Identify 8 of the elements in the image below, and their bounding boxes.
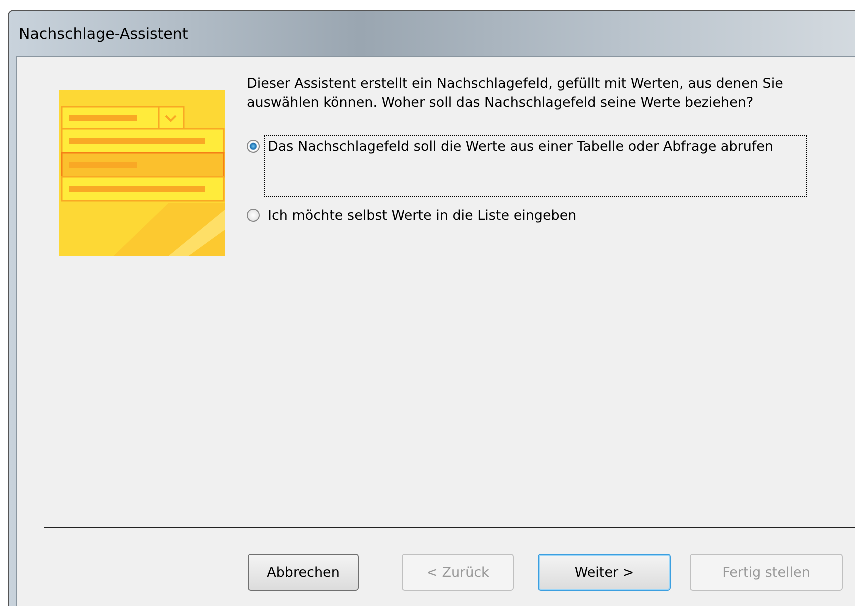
option-label[interactable]: Das Nachschlagefeld soll die Werte aus einer Tabelle oder Abfrage abrufen: [264, 135, 807, 197]
radio-button[interactable]: [247, 140, 260, 153]
next-button[interactable]: Weiter >: [538, 554, 671, 591]
intro-text: Dieser Assistent erstellt ein Nachschlagefeld, gefüllt mit Werten, aus denen Sie auswählen können. Woher soll das Nachschlagefeld seine Werte beziehen?: [247, 75, 784, 113]
window-title: Nachschlage-Assistent: [18, 24, 188, 42]
option-label[interactable]: Ich möchte selbst Werte in die Liste eingeben: [264, 204, 802, 229]
radio-button[interactable]: [247, 209, 260, 222]
cancel-button[interactable]: Abbrechen: [248, 554, 359, 591]
